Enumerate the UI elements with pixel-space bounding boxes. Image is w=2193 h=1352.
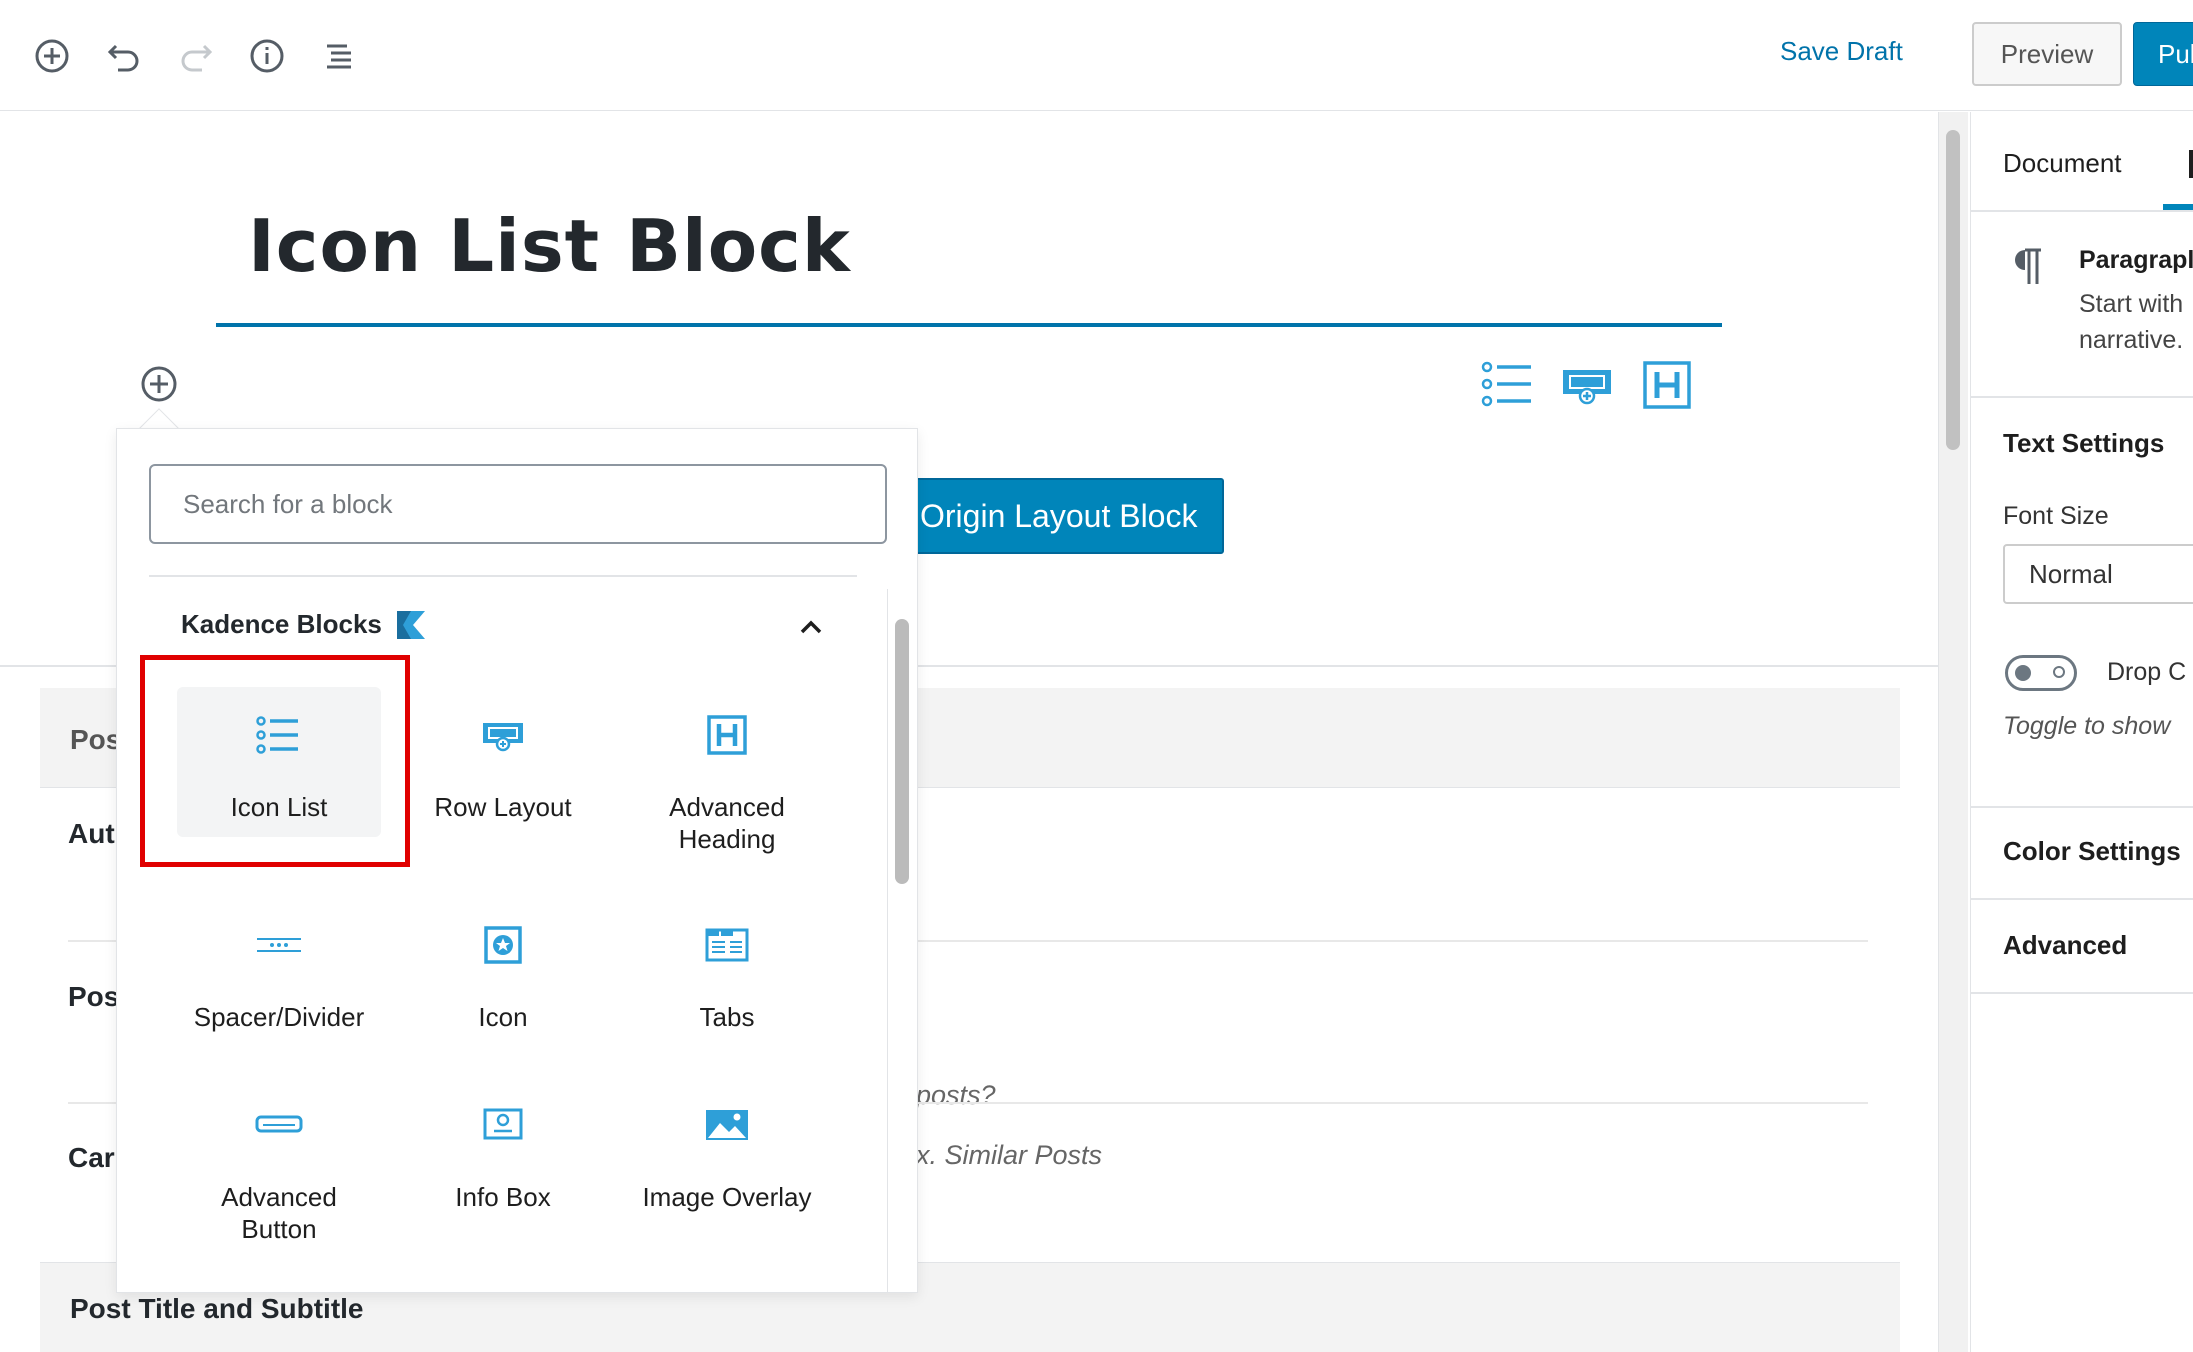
- row-layout-icon[interactable]: [1560, 358, 1614, 412]
- block-item-advanced-button[interactable]: Advanced Button: [177, 1077, 381, 1244]
- block-item-icon[interactable]: Icon: [401, 897, 605, 1047]
- info-icon[interactable]: [239, 28, 295, 84]
- tabs-icon: [705, 928, 749, 962]
- block-item-advanced-heading[interactable]: Advanced Heading: [625, 687, 829, 854]
- post-title-subtitle-label: Post Title and Subtitle: [70, 1293, 364, 1324]
- redo-icon[interactable]: [168, 28, 224, 84]
- text-settings-header[interactable]: Text Settings: [2003, 428, 2164, 459]
- icon-block-icon: [484, 926, 522, 964]
- image-overlay-icon: [706, 1110, 748, 1140]
- block-navigation-icon[interactable]: [311, 28, 367, 84]
- block-label: Advanced Button: [221, 1182, 337, 1244]
- title-underline: [216, 323, 1722, 327]
- block-title: Paragrapl: [2079, 246, 2193, 274]
- origin-layout-block-button[interactable]: Origin Layout Block: [880, 478, 1224, 554]
- advanced-heading-icon[interactable]: [1640, 358, 1694, 412]
- block-item-image-overlay[interactable]: Image Overlay: [625, 1077, 829, 1227]
- block-search-input[interactable]: [149, 464, 887, 544]
- post-title[interactable]: Icon List Block: [248, 204, 851, 288]
- block-item-info-box[interactable]: Info Box: [401, 1077, 605, 1227]
- inserter-divider: [149, 575, 857, 577]
- sidebar-divider: [1971, 396, 2193, 398]
- sidebar-divider: [1971, 992, 2193, 994]
- block-label: Row Layout: [434, 792, 572, 822]
- chevron-up-icon[interactable]: [793, 609, 829, 645]
- info-box-icon: [483, 1108, 523, 1140]
- block-description: narrative.: [2079, 326, 2184, 354]
- settings-sidebar: Document Paragrapl Start with narrative.…: [1970, 112, 2193, 1352]
- block-label: Tabs: [699, 1002, 755, 1032]
- highlight-annotation: [140, 655, 410, 867]
- icon-list-icon[interactable]: [1480, 358, 1534, 412]
- sidebar-divider: [1971, 806, 2193, 808]
- meta-row-label: Pos: [68, 981, 120, 1012]
- inline-inserter-icon[interactable]: [136, 361, 182, 407]
- block-label: Spacer/Divider: [193, 1002, 365, 1032]
- color-settings-header[interactable]: Color Settings: [2003, 836, 2181, 867]
- drop-cap-hint: Toggle to show: [2003, 712, 2171, 740]
- spacer-divider-icon: [257, 938, 301, 952]
- advanced-header[interactable]: Advanced: [2003, 930, 2127, 961]
- meta-row-label: Aut: [68, 818, 115, 849]
- row-layout-icon: [483, 723, 523, 752]
- kadence-flag-icon: [397, 611, 425, 639]
- sidebar-divider: [1971, 898, 2193, 900]
- block-label: Icon: [478, 1002, 528, 1032]
- top-toolbar: Save Draft Preview Pul: [0, 0, 2193, 111]
- publish-button[interactable]: Pul: [2133, 22, 2193, 86]
- advanced-heading-icon: [707, 715, 747, 755]
- inserter-scrollbar-thumb[interactable]: [895, 619, 909, 884]
- tab-block[interactable]: [2189, 150, 2193, 178]
- paragraph-icon: [2015, 248, 2041, 284]
- drop-cap-toggle[interactable]: [2005, 655, 2077, 691]
- meta-box-header-label: Pos: [70, 724, 122, 755]
- font-size-label: Font Size: [2003, 502, 2109, 530]
- tab-document[interactable]: Document: [2003, 148, 2122, 179]
- save-draft-button[interactable]: Save Draft: [1780, 36, 1903, 67]
- advanced-button-icon: [255, 1115, 303, 1133]
- meta-hint: x. Similar Posts: [916, 1140, 1103, 1170]
- editor-scrollbar-thumb[interactable]: [1946, 130, 1960, 450]
- meta-hint: posts?: [916, 1080, 996, 1110]
- add-block-icon[interactable]: [24, 28, 80, 84]
- block-label: Advanced Heading: [669, 792, 785, 854]
- undo-icon[interactable]: [96, 28, 152, 84]
- editor-screen: Save Draft Preview Pul Icon List Block O…: [0, 0, 2193, 1352]
- block-description: Start with: [2079, 290, 2184, 318]
- category-title[interactable]: Kadence Blocks: [181, 609, 382, 640]
- block-item-row-layout[interactable]: Row Layout: [401, 687, 605, 837]
- preview-button[interactable]: Preview: [1972, 22, 2122, 86]
- block-item-spacer-divider[interactable]: Spacer/Divider: [177, 897, 381, 1047]
- meta-row-label: Car: [68, 1142, 115, 1173]
- drop-cap-label: Drop C: [2107, 658, 2187, 686]
- block-label: Info Box: [455, 1182, 551, 1212]
- font-size-select[interactable]: Normal: [2003, 544, 2193, 604]
- sidebar-divider: [1971, 210, 2193, 212]
- block-label: Image Overlay: [642, 1182, 812, 1212]
- font-size-value: Normal: [2029, 558, 2113, 589]
- block-item-tabs[interactable]: Tabs: [625, 897, 829, 1047]
